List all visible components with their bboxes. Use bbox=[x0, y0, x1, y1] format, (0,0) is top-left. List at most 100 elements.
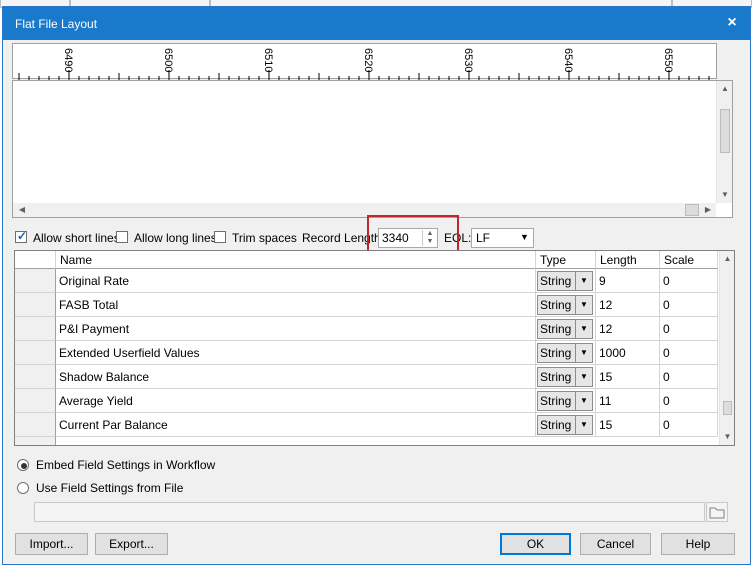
eol-select[interactable]: LF ▼ bbox=[471, 228, 534, 248]
field-name-cell[interactable]: P&I Payment bbox=[56, 317, 536, 341]
field-length-cell[interactable]: 15 bbox=[596, 413, 660, 437]
row-header[interactable] bbox=[15, 413, 56, 437]
field-name-cell[interactable]: Shadow Balance bbox=[56, 365, 536, 389]
field-scale-cell[interactable]: 0 bbox=[660, 389, 718, 413]
field-type-select[interactable]: String ▼ bbox=[537, 391, 593, 411]
ruler-tick-label: 6530 bbox=[462, 48, 474, 72]
table-row[interactable]: Extended Userfield Values String ▼ 1000 0 bbox=[15, 341, 718, 365]
table-row[interactable]: Current Par Balance String ▼ 15 0 bbox=[15, 413, 718, 437]
scroll-up-icon[interactable]: ▲ bbox=[720, 253, 734, 265]
row-header[interactable] bbox=[15, 389, 56, 413]
field-name-cell[interactable]: Current Par Balance bbox=[56, 413, 536, 437]
chevron-down-icon[interactable]: ▼ bbox=[575, 320, 592, 338]
export-button[interactable]: Export... bbox=[95, 533, 168, 555]
ok-button[interactable]: OK bbox=[500, 533, 571, 555]
chevron-down-icon[interactable]: ▼ bbox=[575, 416, 592, 434]
row-header[interactable] bbox=[15, 437, 56, 445]
scroll-up-icon[interactable]: ▲ bbox=[717, 83, 733, 95]
chevron-down-icon[interactable]: ▼ bbox=[575, 272, 592, 290]
field-type-value: String bbox=[540, 298, 572, 312]
scroll-thumb[interactable] bbox=[723, 401, 732, 415]
field-type-value: String bbox=[540, 418, 572, 432]
scroll-right-icon[interactable]: ▶ bbox=[703, 204, 713, 216]
chevron-down-icon[interactable]: ▼ bbox=[575, 296, 592, 314]
ruler-graphic: 6490 6500 6510 6520 6530 6540 6550 bbox=[18, 48, 710, 80]
table-row[interactable] bbox=[15, 437, 718, 445]
preview-vertical-scrollbar[interactable]: ▲ ▼ bbox=[716, 81, 732, 203]
field-length-cell[interactable]: 11 bbox=[596, 389, 660, 413]
field-scale-cell[interactable]: 0 bbox=[660, 365, 718, 389]
chevron-down-icon[interactable]: ▼ bbox=[575, 368, 592, 386]
eol-value: LF bbox=[476, 231, 491, 245]
close-icon[interactable]: × bbox=[722, 13, 742, 33]
row-header[interactable] bbox=[15, 341, 56, 365]
column-ruler[interactable]: 6490 6500 6510 6520 6530 6540 6550 bbox=[12, 43, 717, 80]
field-grid: Name Type Length Scale Original Rate Stri… bbox=[14, 250, 735, 446]
table-row[interactable]: FASB Total String ▼ 12 0 bbox=[15, 293, 718, 317]
field-length-cell[interactable]: 9 bbox=[596, 269, 660, 293]
field-type-cell[interactable]: String ▼ bbox=[536, 293, 596, 317]
field-length-cell[interactable]: 12 bbox=[596, 317, 660, 341]
field-name-cell[interactable]: Extended Userfield Values bbox=[56, 341, 536, 365]
chevron-down-icon[interactable]: ▼ bbox=[575, 344, 592, 362]
browse-folder-button[interactable] bbox=[706, 502, 728, 522]
chevron-down-icon[interactable]: ▼ bbox=[520, 232, 529, 242]
allow-long-lines-checkbox[interactable] bbox=[116, 231, 128, 243]
row-header[interactable] bbox=[15, 317, 56, 341]
field-length-cell[interactable]: 12 bbox=[596, 293, 660, 317]
import-button[interactable]: Import... bbox=[15, 533, 88, 555]
field-type-select[interactable]: String ▼ bbox=[537, 343, 593, 363]
chevron-down-icon[interactable]: ▼ bbox=[575, 392, 592, 410]
column-header-length[interactable]: Length bbox=[596, 251, 660, 269]
field-type-cell[interactable]: String ▼ bbox=[536, 341, 596, 365]
scroll-down-icon[interactable]: ▼ bbox=[717, 189, 733, 201]
embed-settings-radio[interactable] bbox=[17, 459, 29, 471]
table-row[interactable]: Shadow Balance String ▼ 15 0 bbox=[15, 365, 718, 389]
row-header[interactable] bbox=[15, 293, 56, 317]
grid-vertical-scrollbar[interactable]: ▲ ▼ bbox=[719, 251, 734, 445]
field-type-select[interactable]: String ▼ bbox=[537, 319, 593, 339]
table-row[interactable]: P&I Payment String ▼ 12 0 bbox=[15, 317, 718, 341]
field-type-cell[interactable]: String ▼ bbox=[536, 269, 596, 293]
h-scroll-thumb[interactable] bbox=[685, 204, 699, 216]
trim-spaces-checkbox[interactable] bbox=[214, 231, 226, 243]
dialog-title: Flat File Layout bbox=[15, 17, 98, 31]
preview-horizontal-scrollbar[interactable]: ◀ ▶ bbox=[13, 203, 716, 217]
field-length-cell[interactable]: 15 bbox=[596, 365, 660, 389]
column-header-scale[interactable]: Scale bbox=[660, 251, 718, 269]
field-type-select[interactable]: String ▼ bbox=[537, 367, 593, 387]
scroll-thumb[interactable] bbox=[720, 109, 730, 153]
field-scale-cell[interactable]: 0 bbox=[660, 413, 718, 437]
settings-file-path-input[interactable] bbox=[34, 502, 705, 522]
allow-short-lines-checkbox[interactable] bbox=[15, 229, 27, 243]
field-scale-cell[interactable]: 0 bbox=[660, 269, 718, 293]
use-file-settings-label: Use Field Settings from File bbox=[36, 481, 184, 495]
field-type-cell[interactable]: String ▼ bbox=[536, 389, 596, 413]
field-type-cell[interactable]: String ▼ bbox=[536, 317, 596, 341]
field-type-select[interactable]: String ▼ bbox=[537, 415, 593, 435]
field-name-cell[interactable]: Average Yield bbox=[56, 389, 536, 413]
use-file-settings-radio[interactable] bbox=[17, 482, 29, 494]
row-header[interactable] bbox=[15, 365, 56, 389]
data-preview-area[interactable]: ▲ ▼ ◀ ▶ bbox=[12, 80, 733, 218]
allow-long-lines-label: Allow long lines bbox=[134, 231, 217, 245]
column-header-name[interactable]: Name bbox=[56, 251, 536, 269]
field-type-cell[interactable]: String ▼ bbox=[536, 413, 596, 437]
field-scale-cell[interactable]: 0 bbox=[660, 293, 718, 317]
cancel-button[interactable]: Cancel bbox=[580, 533, 651, 555]
scroll-left-icon[interactable]: ◀ bbox=[17, 204, 27, 216]
field-type-cell[interactable]: String ▼ bbox=[536, 365, 596, 389]
field-length-cell[interactable]: 1000 bbox=[596, 341, 660, 365]
field-scale-cell[interactable]: 0 bbox=[660, 341, 718, 365]
scroll-down-icon[interactable]: ▼ bbox=[720, 431, 734, 443]
field-scale-cell[interactable]: 0 bbox=[660, 317, 718, 341]
help-button[interactable]: Help bbox=[661, 533, 735, 555]
field-type-select[interactable]: String ▼ bbox=[537, 295, 593, 315]
table-row[interactable]: Original Rate String ▼ 9 0 bbox=[15, 269, 718, 293]
row-header[interactable] bbox=[15, 269, 56, 293]
table-row[interactable]: Average Yield String ▼ 11 0 bbox=[15, 389, 718, 413]
field-type-select[interactable]: String ▼ bbox=[537, 271, 593, 291]
field-name-cell[interactable]: FASB Total bbox=[56, 293, 536, 317]
field-name-cell[interactable]: Original Rate bbox=[56, 269, 536, 293]
column-header-type[interactable]: Type bbox=[536, 251, 596, 269]
